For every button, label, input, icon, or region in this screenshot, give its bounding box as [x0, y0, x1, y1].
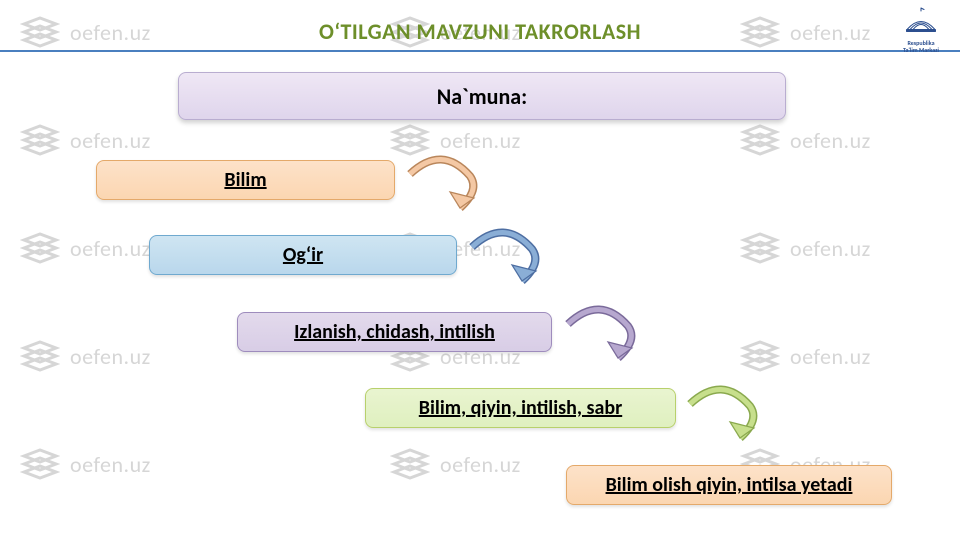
step-box-4: Bilim, qiyin, intilish, sabr [365, 388, 676, 428]
logo: Respublika Ta'lim Markazi [896, 6, 946, 53]
step-label-1: Bilim [97, 168, 394, 192]
step-label-3: Izlanish, chidash, intilish [238, 320, 551, 344]
step-box-2: Ogʻir [149, 235, 457, 275]
watermark-text: oefen.uz [790, 343, 871, 370]
page-title: OʻTILGAN MAVZUNI TAKRORLASH [0, 18, 960, 45]
watermark-text: oefen.uz [70, 235, 151, 262]
step-box-3: Izlanish, chidash, intilish [237, 312, 552, 352]
watermark-text: oefen.uz [70, 451, 151, 478]
curved-arrow-icon [400, 152, 490, 232]
curved-arrow-icon [462, 225, 552, 305]
step-box-5: Bilim olish qiyin, intilsa yetadi [566, 465, 892, 505]
watermark-text: oefen.uz [70, 127, 151, 154]
watermark-text: oefen.uz [790, 235, 871, 262]
watermark-text: oefen.uz [790, 127, 871, 154]
example-header-box: Na`muna: [178, 72, 786, 120]
horizontal-rule [0, 50, 960, 52]
watermark-text: oefen.uz [70, 343, 151, 370]
logo-text-line2: Ta'lim Markazi [896, 47, 946, 53]
step-label-2: Ogʻir [150, 243, 456, 267]
step-label-4: Bilim, qiyin, intilish, sabr [366, 396, 675, 420]
step-label-5: Bilim olish qiyin, intilsa yetadi [567, 473, 891, 497]
education-logo-icon [903, 6, 939, 34]
curved-arrow-icon [680, 382, 770, 462]
curved-arrow-icon [558, 302, 648, 382]
example-header-label: Na`muna: [179, 83, 785, 110]
step-box-1: Bilim [96, 160, 395, 200]
watermark-text: oefen.uz [440, 451, 521, 478]
watermark-text: oefen.uz [440, 127, 521, 154]
